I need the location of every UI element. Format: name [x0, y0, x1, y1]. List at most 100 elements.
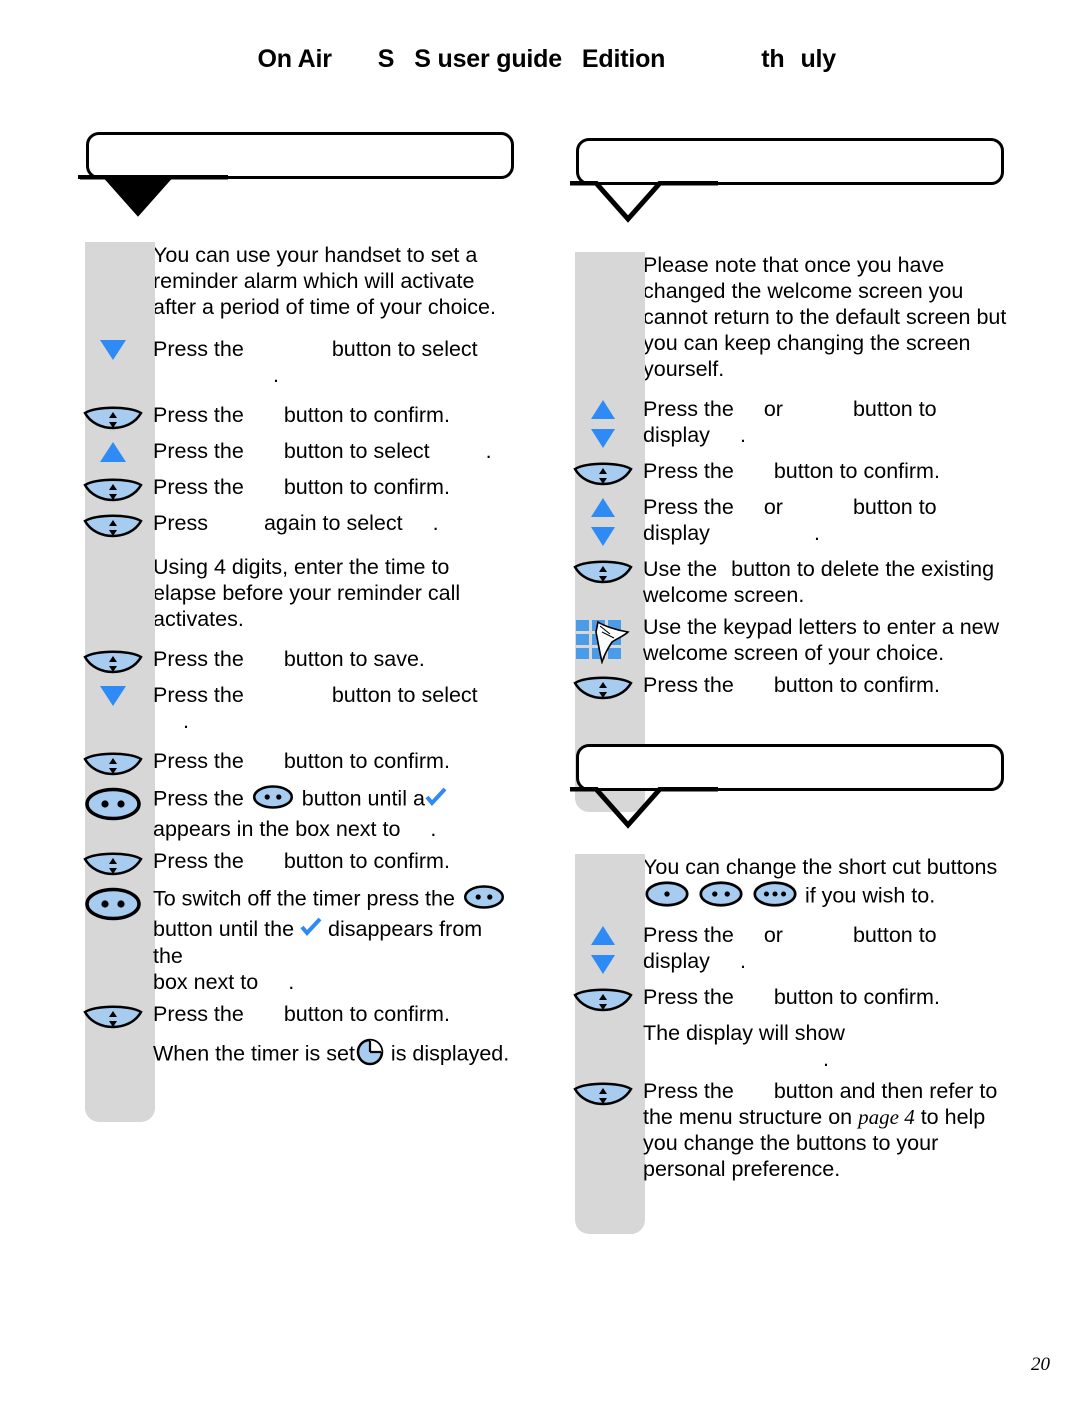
- step-text-display: display: [643, 949, 710, 973]
- step-text-mid: button to save.: [283, 647, 425, 671]
- menu-step-l2a: the menu structure on: [643, 1105, 853, 1129]
- callout-tail-icon: [570, 787, 718, 829]
- step-text-dot: .: [739, 949, 746, 973]
- shortcut-intro-b: if you wish to.: [804, 883, 936, 908]
- timer-set-text-b: is displayed.: [390, 1042, 510, 1066]
- up-down-triangles-icon: [568, 922, 638, 978]
- step-text-mid: button to confirm.: [283, 475, 450, 499]
- step-confirm-r2: Press the button to confirm.: [573, 672, 1008, 702]
- step-text-pre: Press the: [153, 337, 244, 361]
- step-confirm-2: Press the button to confirm.: [83, 474, 518, 504]
- step-text-mid: button to confirm.: [773, 459, 940, 483]
- menu-step-l3: you change the buttons to your: [643, 1131, 939, 1155]
- step-text-a: Press the: [643, 495, 734, 519]
- step-display-1: Press the or button to display.: [591, 396, 1008, 448]
- menu-step-l4: personal preference.: [643, 1157, 841, 1181]
- right-strip-wrap-2: You can change the short cut buttons if …: [568, 854, 1008, 1234]
- right-column: Please note that once you have changed t…: [568, 138, 1008, 1234]
- step-text-pre: Press the: [643, 985, 734, 1009]
- right-gray-strip-2: [575, 854, 645, 1234]
- callout-title: [579, 141, 1001, 149]
- timer-set-note: When the timer is set is displayed.: [153, 1037, 518, 1073]
- left-intro-paragraph: You can use your handset to set a remind…: [153, 243, 496, 319]
- step-text-a: Press the: [643, 397, 734, 421]
- callout-tail-icon: [78, 175, 228, 217]
- two-dot-button-icon: [250, 784, 296, 816]
- callout-title: [89, 135, 511, 143]
- step-text-line2: welcome screen.: [643, 583, 805, 607]
- display-show-b: .: [823, 1047, 829, 1071]
- menu-step-b: button and then refer to: [773, 1079, 998, 1103]
- rocker-button-icon: [568, 1078, 638, 1112]
- check-icon: [300, 917, 322, 943]
- rocker-button-icon: [78, 848, 148, 882]
- page-reference-link[interactable]: page 4: [858, 1105, 915, 1129]
- step-text-pre: Press the: [153, 849, 244, 873]
- step-check-appears: Press the button until a appears in the …: [85, 784, 518, 842]
- step-text-mid: button to select: [331, 337, 478, 361]
- left-column: You can use your handset to set a remind…: [78, 132, 518, 1122]
- callout-bubble: [576, 138, 1004, 185]
- header-part-edition: Edition: [581, 45, 666, 73]
- step-confirm-3: Press the button to confirm.: [83, 748, 518, 778]
- step-text-pre: Press the: [153, 439, 244, 463]
- step-text-mid: button to confirm.: [283, 1002, 450, 1027]
- check-icon: [425, 787, 447, 813]
- step-text-or: or: [763, 397, 783, 421]
- header-part-on-air: On Air: [257, 45, 332, 73]
- step-text-c: button to: [852, 923, 937, 947]
- menu-step-a: Press the: [643, 1079, 734, 1103]
- step-text-mid: button to confirm.: [283, 403, 450, 427]
- digits-note: Using 4 digits, enter the time to elapse…: [153, 555, 461, 631]
- timer-set-text-a: When the timer is set: [153, 1042, 355, 1066]
- step-menu-structure: Press the button and then refer to the men…: [573, 1078, 1008, 1182]
- two-dot-button-icon: [461, 884, 507, 916]
- step-display-2: Press the or button to display.: [591, 494, 1008, 546]
- three-dot-button-icon: [751, 880, 799, 914]
- step-text-or: or: [763, 923, 783, 947]
- rocker-button-icon: [78, 748, 148, 782]
- step-text-mid: button to select: [331, 683, 478, 707]
- step-text-line2a: button until the: [153, 917, 295, 941]
- display-show-a: The display will show: [643, 1021, 845, 1045]
- page-header: On Air S S user guide Edition th uly: [0, 16, 1080, 74]
- step-delete-welcome: Use the button to delete the existing welc…: [573, 556, 1008, 608]
- step-text-mid: button until a: [301, 786, 425, 811]
- two-dot-button-icon: [78, 884, 148, 922]
- step-keypad-letters: Use the keypad letters to enter a new wel…: [576, 614, 1008, 666]
- step-text-pre: Press the: [643, 673, 734, 697]
- step-select-down-2: Press the button to select.: [100, 682, 518, 734]
- step-text-mid: again to select: [263, 511, 403, 535]
- header-part-th: th: [761, 45, 785, 73]
- step-text-display: display: [643, 423, 710, 447]
- menu-step-l2b: to help: [920, 1105, 986, 1129]
- one-dot-button-icon: [643, 880, 691, 914]
- rocker-button-icon: [568, 458, 638, 492]
- step-text-c: button to: [852, 397, 937, 421]
- step-text-line1: To switch off the timer press the: [153, 886, 455, 911]
- step-text-post: .: [485, 439, 492, 463]
- step-confirm-r1: Press the button to confirm.: [573, 458, 1008, 488]
- two-dot-button-icon: [697, 880, 745, 914]
- up-down-triangles-icon: [568, 494, 638, 550]
- callout-bubble: [576, 744, 1004, 791]
- step-text-pre: Press the: [153, 683, 244, 707]
- step-text-pre: Press the: [153, 749, 244, 773]
- step-text-post: .: [432, 511, 439, 535]
- header-part-uly: uly: [800, 45, 836, 73]
- rocker-button-icon: [78, 1001, 148, 1035]
- rocker-button-icon: [78, 510, 148, 544]
- callout-bubble: [86, 132, 514, 179]
- step-text-line2: welcome screen of your choice.: [643, 641, 945, 665]
- step-select-again: Press again to select.: [83, 510, 518, 540]
- step-text-or: or: [763, 495, 783, 519]
- step-text-use: Use the: [643, 557, 718, 581]
- page-number: 20: [1031, 1354, 1050, 1375]
- rocker-button-icon: [78, 474, 148, 508]
- shortcut-intro: You can change the short cut buttons if …: [643, 854, 1008, 914]
- step-confirm-r3: Press the button to confirm.: [573, 984, 1008, 1014]
- callout-tail-icon: [570, 181, 718, 223]
- left-callout-reminder: [78, 132, 518, 217]
- two-dot-button-icon: [78, 784, 148, 822]
- step-text-pre: Press the: [153, 786, 244, 811]
